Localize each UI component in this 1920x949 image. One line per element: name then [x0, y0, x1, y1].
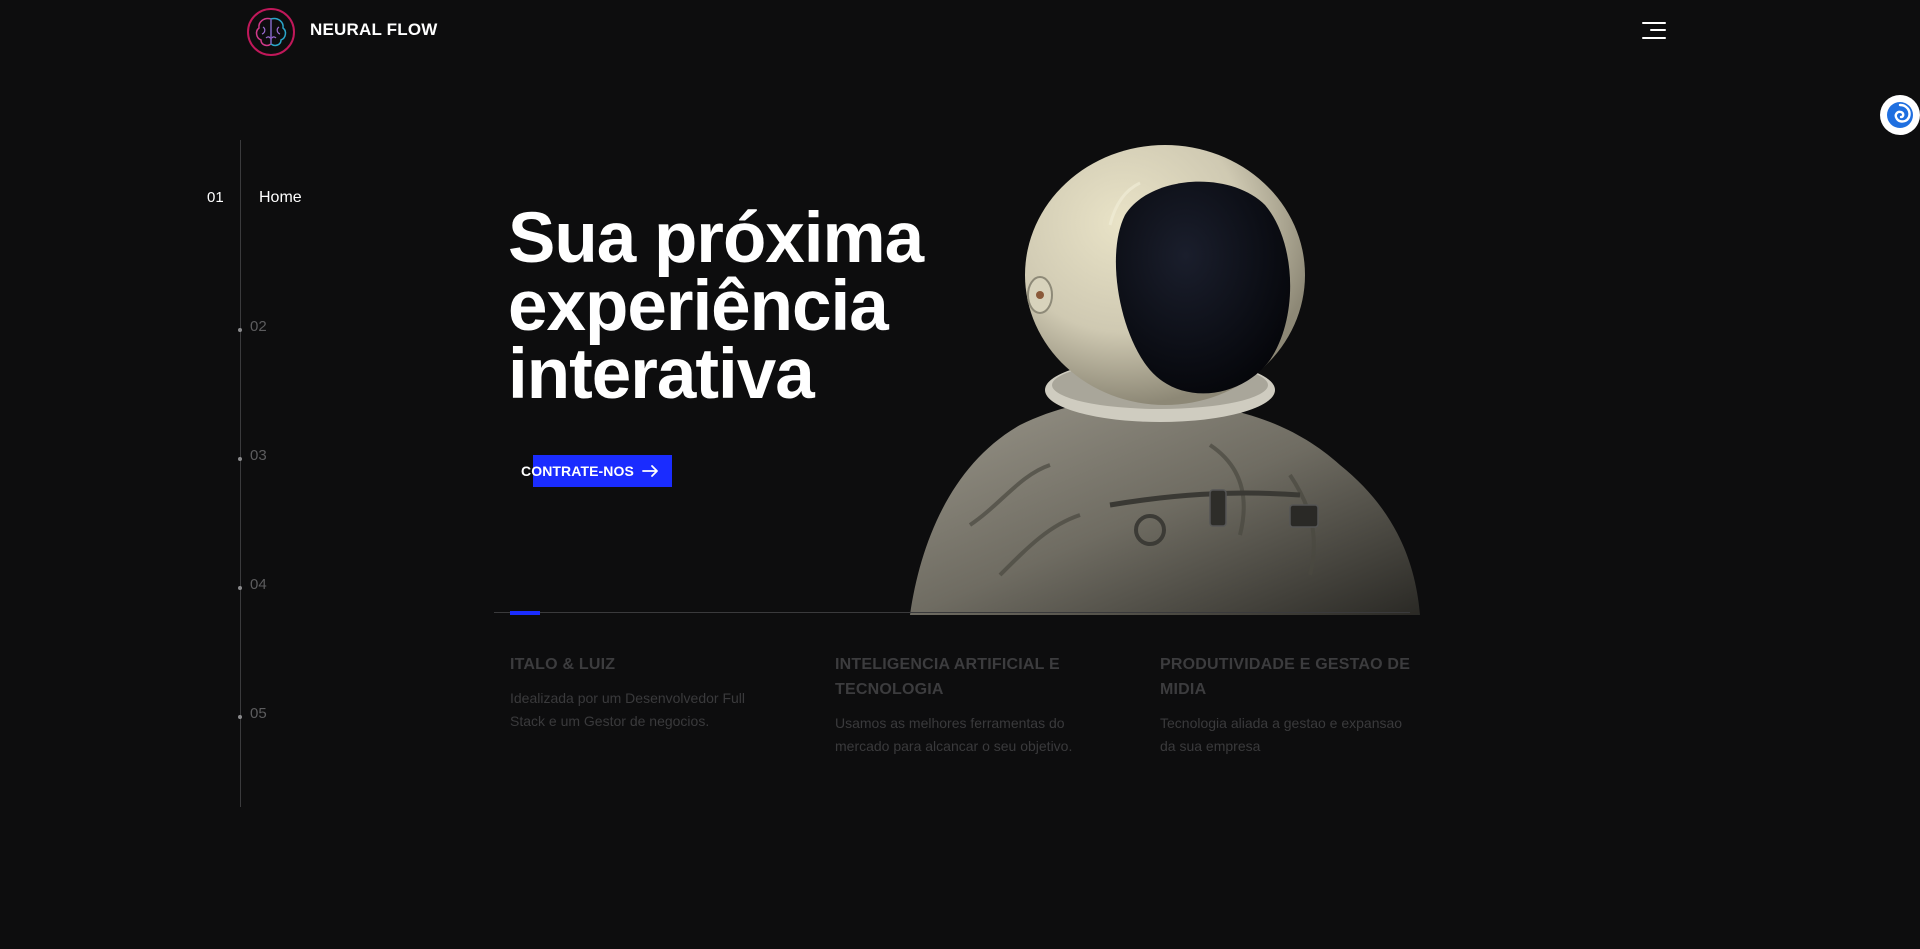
feature-text: Idealizada por um Desenvolvedor Full Sta… — [510, 690, 746, 729]
side-nav-item-05[interactable]: 05 — [0, 705, 340, 729]
side-nav-dot — [238, 328, 242, 332]
page: NEURAL FLOW 01 Home 02 03 04 05 Sua próx… — [0, 0, 1920, 949]
hero-title: Sua próxima experiência interativa — [508, 203, 1028, 410]
hero-title-line-3: interativa — [508, 335, 815, 414]
feature-title: PRODUTIVIDADE E GESTAO DE MIDIA — [1160, 656, 1411, 698]
side-nav-number: 02 — [250, 318, 267, 335]
menu-bar-middle — [1650, 29, 1666, 31]
side-nav-dot — [238, 715, 242, 719]
swirl-widget-icon[interactable] — [1880, 95, 1920, 135]
contract-us-button[interactable]: CONTRATE-NOS — [521, 455, 672, 487]
feature-card: ITALO & LUIZ Idealizada por um Desenvolv… — [510, 652, 770, 733]
side-nav-number: 04 — [250, 576, 267, 593]
feature-title: INTELIGENCIA ARTIFICIAL E TECNOLOGIA — [835, 656, 1060, 698]
menu-bar-bottom — [1642, 37, 1666, 39]
brain-logo-icon[interactable] — [246, 7, 296, 57]
feature-text: Tecnologia aliada a gestao e expansao da… — [1160, 715, 1403, 754]
side-nav-dot — [238, 457, 242, 461]
side-nav-item-home[interactable]: 01 Home — [0, 189, 340, 213]
hero-divider — [494, 612, 1410, 613]
cta-label: CONTRATE-NOS — [521, 463, 634, 479]
side-nav-number: 05 — [250, 705, 267, 722]
brand-name[interactable]: NEURAL FLOW — [310, 20, 437, 40]
side-nav-label: Home — [259, 189, 302, 206]
swirl-icon — [1887, 102, 1913, 128]
feature-card: PRODUTIVIDADE E GESTAO DE MIDIA Tecnolog… — [1160, 652, 1420, 758]
side-nav-item-04[interactable]: 04 — [0, 576, 340, 600]
feature-title: ITALO & LUIZ — [510, 656, 616, 673]
side-nav-number: 01 — [207, 189, 224, 206]
arrow-right-icon — [642, 465, 658, 477]
side-nav-item-03[interactable]: 03 — [0, 447, 340, 471]
feature-text: Usamos as melhores ferramentas do mercad… — [835, 715, 1073, 754]
side-nav-item-02[interactable]: 02 — [0, 318, 340, 342]
hamburger-menu-icon[interactable] — [1642, 20, 1668, 42]
side-nav-number: 03 — [250, 447, 267, 464]
menu-bar-top — [1642, 22, 1666, 24]
slide-progress-indicator — [510, 611, 540, 615]
feature-card: INTELIGENCIA ARTIFICIAL E TECNOLOGIA Usa… — [835, 652, 1095, 758]
side-nav-dot — [238, 586, 242, 590]
